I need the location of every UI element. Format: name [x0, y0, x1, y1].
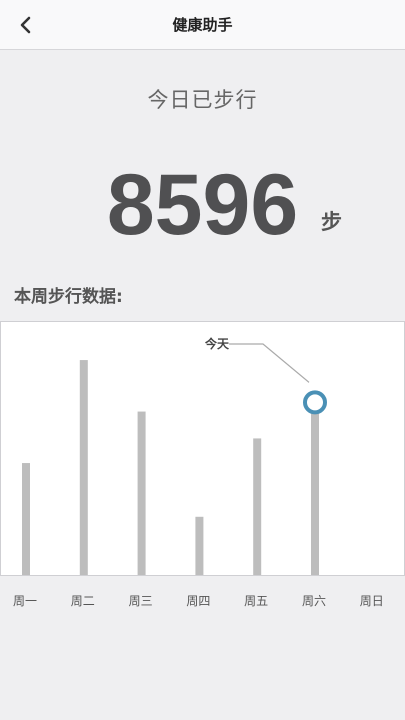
today-annotation-label: 今天	[204, 336, 230, 351]
weekly-data-title: 本周步行数据:	[14, 287, 123, 307]
chart-bar	[253, 438, 262, 575]
x-tick-label: 周二	[70, 594, 95, 608]
chart-canvas: 今天	[22, 336, 327, 575]
x-tick-label: 周四	[186, 594, 211, 608]
chart-bar	[22, 463, 30, 575]
chart-bar	[195, 516, 204, 575]
today-marker	[303, 390, 327, 415]
chart-bar	[137, 411, 146, 575]
today-steps-display: 8596 步	[0, 155, 405, 255]
chart-x-axis-labels: 周一 周二 周三 周四 周五 周六 周日	[0, 592, 405, 612]
x-tick-label: 周六	[301, 594, 326, 608]
weekly-steps-chart: 今天	[0, 321, 405, 576]
x-tick-label: 周三	[128, 594, 153, 608]
today-steps-label: 今日已步行	[147, 88, 258, 112]
top-nav-bar: 健康助手	[0, 0, 405, 50]
annotation-leader-line	[229, 343, 310, 383]
chart-bar	[79, 360, 88, 575]
steps-unit-label: 步	[321, 210, 342, 234]
chart-bar	[311, 400, 319, 575]
x-tick-label: 周五	[244, 594, 269, 608]
x-tick-label: 周一	[12, 594, 37, 608]
x-tick-label: 周日	[359, 594, 384, 608]
today-steps-count: 8596	[106, 157, 299, 253]
page-title: 健康助手	[172, 16, 233, 34]
